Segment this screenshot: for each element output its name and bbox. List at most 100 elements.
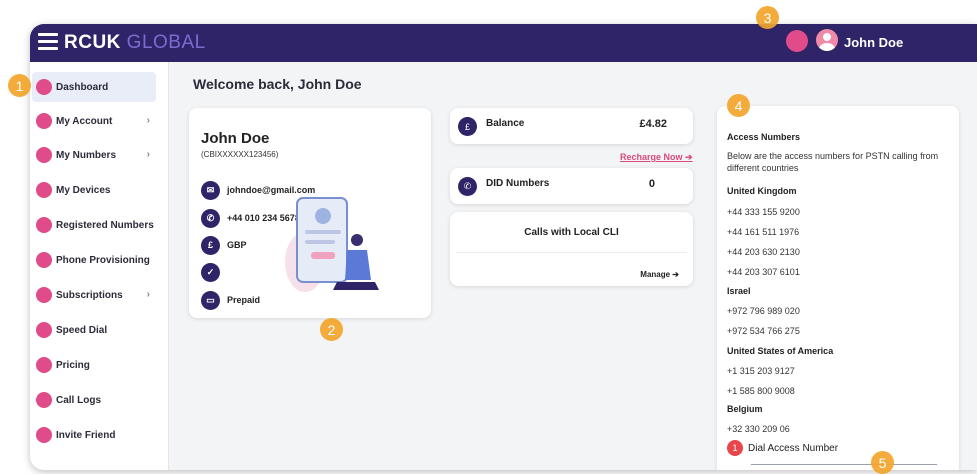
country-name: Israel <box>727 286 751 296</box>
phone-icon: ✆ <box>201 208 220 228</box>
sidebar-item-label: Subscriptions <box>56 289 123 301</box>
check-icon: ✓ <box>201 262 220 282</box>
sidebar-item-label: My Numbers <box>56 149 117 161</box>
profile-plan-row: ▭ Prepaid <box>201 290 260 310</box>
phone-icon <box>36 217 52 233</box>
logo-main: RCUK <box>64 32 121 53</box>
sidebar-item-label: Dashboard <box>56 81 109 93</box>
access-number[interactable]: +44 203 630 2130 <box>727 247 800 257</box>
callout-badge: 3 <box>756 6 779 29</box>
balance-card: £ Balance £4.82 <box>450 108 693 144</box>
divider <box>456 252 687 253</box>
access-number[interactable]: +972 534 766 275 <box>727 326 800 336</box>
did-label: DID Numbers <box>486 178 550 189</box>
sidebar-item-phone-provisioning[interactable]: Phone Provisioning <box>32 245 156 275</box>
sidebar-item-dashboard[interactable]: Dashboard <box>32 72 156 102</box>
step-badge: 1 <box>727 440 743 456</box>
calls-local-cli-title: Calls with Local CLI <box>524 227 619 238</box>
pound-icon: £ <box>458 117 477 136</box>
top-navbar: RCUK GLOBAL John Doe <box>30 24 977 62</box>
sidebar-item-label: My Account <box>56 115 113 127</box>
profile-illustration <box>285 197 379 292</box>
did-numbers-card[interactable]: ✆ DID Numbers 0 <box>450 168 693 204</box>
speed-dial-icon <box>36 322 52 338</box>
profile-verified-row: ✓ <box>201 262 227 282</box>
profile-currency: GBP <box>227 240 247 250</box>
chevron-right-icon: › <box>146 149 150 160</box>
sidebar-item-label: Registered Numbers <box>56 219 154 231</box>
sidebar-item-my-numbers[interactable]: My Numbers › <box>32 140 156 170</box>
sidebar-item-label: Phone Provisioning <box>56 254 150 266</box>
access-number[interactable]: +44 161 511 1976 <box>727 227 799 237</box>
callout-badge: 4 <box>727 94 750 117</box>
access-number[interactable]: +972 796 989 020 <box>727 306 800 316</box>
mail-icon: ✉ <box>201 180 220 200</box>
manage-link[interactable]: Manage ➔ <box>640 270 679 279</box>
profile-plan: Prepaid <box>227 295 261 305</box>
country-name: United States of America <box>727 346 834 356</box>
price-tag-icon <box>36 357 52 373</box>
user-name[interactable]: John Doe <box>844 35 903 50</box>
page-title: Welcome back, John Doe <box>193 76 362 92</box>
access-description: Below are the access numbers for PSTN ca… <box>727 151 939 173</box>
sidebar-item-my-account[interactable]: My Account › <box>32 106 156 136</box>
divider <box>751 464 937 465</box>
calls-local-cli-card: Calls with Local CLI Manage ➔ <box>450 212 693 286</box>
logo: RCUK GLOBAL <box>64 32 206 54</box>
invite-icon <box>36 427 52 443</box>
sidebar-item-label: Invite Friend <box>56 429 116 441</box>
access-number[interactable]: +44 203 307 6101 <box>727 267 800 277</box>
access-title: Access Numbers <box>727 132 801 142</box>
wrench-icon <box>36 252 52 268</box>
sidebar-item-label: Pricing <box>56 359 90 371</box>
group-icon[interactable] <box>786 30 808 52</box>
access-number[interactable]: +32 330 209 06 <box>727 424 790 434</box>
access-numbers-card: Access Numbers Below are the access numb… <box>717 106 959 470</box>
sidebar-item-label: Speed Dial <box>56 324 108 336</box>
access-number[interactable]: +1 585 800 9008 <box>727 386 795 396</box>
account-icon <box>36 113 52 129</box>
sidebar-item-speed-dial[interactable]: Speed Dial <box>32 315 156 345</box>
app-window: RCUK GLOBAL John Doe Dashboard My Accoun… <box>30 24 977 470</box>
sidebar-item-invite-friend[interactable]: Invite Friend <box>32 420 156 450</box>
phone-log-icon <box>36 392 52 408</box>
hash-icon <box>36 147 52 163</box>
callout-badge: 2 <box>320 318 343 341</box>
balance-label: Balance <box>486 118 525 129</box>
country-name: Belgium <box>727 404 763 414</box>
sidebar-item-label: My Devices <box>56 184 111 196</box>
profile-id: (CBIXXXXXX123456) <box>201 150 279 159</box>
card-icon: ▭ <box>201 290 220 310</box>
recharge-now-link[interactable]: Recharge Now ➔ <box>620 152 693 163</box>
hamburger-menu-icon[interactable] <box>38 33 58 51</box>
callout-badge: 1 <box>8 74 31 97</box>
chevron-right-icon: › <box>146 289 150 300</box>
sidebar-item-subscriptions[interactable]: Subscriptions › <box>32 280 156 310</box>
chevron-right-icon: › <box>146 115 150 126</box>
avatar[interactable] <box>816 29 838 51</box>
main-content: Welcome back, John Doe John Doe (CBIXXXX… <box>169 62 977 470</box>
profile-name: John Doe <box>201 130 270 147</box>
did-value: 0 <box>648 178 655 190</box>
profile-currency-row: £ GBP <box>201 235 247 255</box>
user-circle-icon <box>36 79 52 95</box>
country-name: United Kingdom <box>727 186 797 196</box>
sidebar-item-registered-numbers[interactable]: Registered Numbers <box>32 210 156 240</box>
dial-access-number[interactable]: 1 Dial Access Number <box>727 440 838 456</box>
access-number[interactable]: +1 315 203 9127 <box>727 366 795 376</box>
access-number[interactable]: +44 333 155 9200 <box>727 207 800 217</box>
logo-sub: GLOBAL <box>126 32 206 53</box>
sidebar-item-pricing[interactable]: Pricing <box>32 350 156 380</box>
profile-card: John Doe (CBIXXXXXX123456) ✉ johndoe@gmai… <box>189 108 431 318</box>
refresh-icon <box>36 287 52 303</box>
devices-icon <box>36 182 52 198</box>
sidebar-item-label: Call Logs <box>56 394 102 406</box>
sidebar: Dashboard My Account › My Numbers › My Dev… <box>30 62 169 470</box>
callout-badge: 5 <box>871 451 894 474</box>
phone-icon: ✆ <box>458 177 477 196</box>
pound-icon: £ <box>201 235 220 255</box>
sidebar-item-my-devices[interactable]: My Devices <box>32 175 156 205</box>
balance-value: £4.82 <box>639 118 667 130</box>
dial-label: Dial Access Number <box>748 442 839 454</box>
sidebar-item-call-logs[interactable]: Call Logs <box>32 385 156 415</box>
